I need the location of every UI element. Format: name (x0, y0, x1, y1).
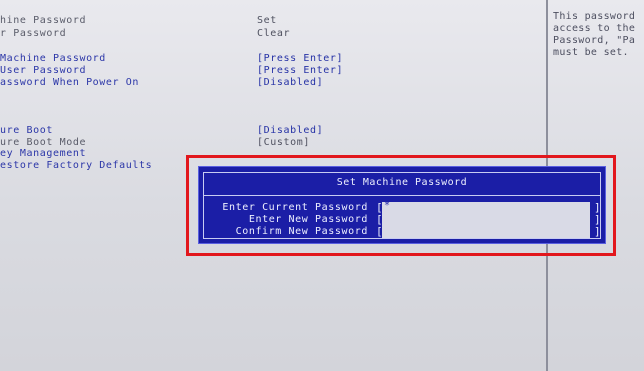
setting-value-set-user-password[interactable]: [Press Enter] (257, 65, 343, 77)
password-input-area[interactable]: * (382, 200, 590, 238)
enter-current-password-label: Enter Current Password (222, 202, 368, 213)
setting-label-key-management[interactable]: ey Management (0, 148, 86, 160)
setting-value-secure-boot[interactable]: [Disabled] (257, 125, 323, 137)
setting-label-restore-factory-defaults[interactable]: estore Factory Defaults (0, 160, 152, 172)
right-bracket-icon: ] (594, 225, 601, 238)
dialog-border: Set Machine Password Enter Current Passw… (203, 172, 601, 239)
setting-value-set-machine-password[interactable]: [Press Enter] (257, 53, 343, 65)
help-text-line-2: access to the (553, 23, 636, 34)
setting-value-user-password-status: Clear (257, 28, 291, 39)
setting-label-set-user-password[interactable]: User Password (0, 65, 86, 77)
dialog-title: Set Machine Password (336, 177, 468, 188)
setting-label-machine-password-status: hine Password (0, 15, 87, 26)
setting-label-user-password-status: r Password (0, 28, 67, 39)
help-text-line-4: must be set. (553, 47, 629, 58)
setting-value-password-when-power-on[interactable]: [Disabled] (257, 77, 323, 89)
setting-value-secure-boot-mode: [Custom] (257, 137, 310, 148)
bios-screen: hine Password Set r Password Clear Machi… (0, 0, 644, 371)
setting-label-secure-boot[interactable]: ure Boot (0, 125, 53, 137)
enter-new-password-label: Enter New Password (248, 214, 368, 225)
help-text-line-3: Password, "Pa (553, 35, 636, 46)
dialog-title-divider (204, 195, 600, 196)
help-text-line-1: This password (553, 11, 636, 22)
setting-label-set-machine-password[interactable]: Machine Password (0, 53, 106, 65)
setting-label-password-when-power-on[interactable]: assword When Power On (0, 77, 139, 89)
set-machine-password-dialog: Set Machine Password Enter Current Passw… (198, 166, 606, 244)
setting-value-machine-password-status: Set (257, 15, 277, 26)
current-password-input[interactable]: * (384, 200, 390, 211)
confirm-new-password-label: Confirm New Password (235, 226, 368, 237)
